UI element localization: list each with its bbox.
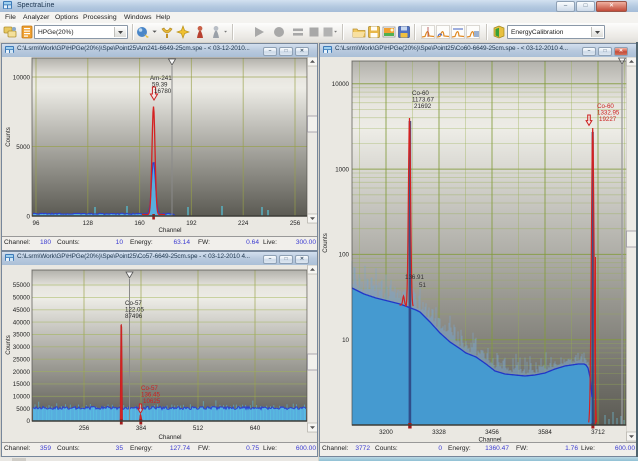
svg-text:128: 128	[83, 220, 94, 227]
svg-text:10625: 10625	[143, 398, 161, 405]
svg-text:256: 256	[79, 425, 90, 432]
svg-text:Counts: Counts	[5, 127, 12, 147]
svg-text:3200: 3200	[379, 429, 393, 436]
svg-text:100: 100	[339, 252, 350, 259]
svg-text:10000: 10000	[13, 75, 31, 82]
svg-text:87496: 87496	[125, 313, 143, 320]
svg-text:55000: 55000	[13, 282, 31, 289]
svg-text:20000: 20000	[13, 369, 31, 376]
svg-text:96: 96	[33, 220, 40, 227]
svg-text:512: 512	[193, 425, 204, 432]
svg-text:10000: 10000	[332, 81, 350, 88]
svg-text:3456: 3456	[485, 429, 499, 436]
svg-text:0: 0	[27, 214, 31, 221]
svg-text:1000: 1000	[335, 166, 349, 173]
svg-text:51: 51	[419, 282, 426, 289]
svg-text:5000: 5000	[16, 406, 30, 413]
svg-text:35000: 35000	[13, 332, 31, 339]
svg-text:Channel: Channel	[158, 434, 181, 441]
svg-text:Counts: Counts	[322, 233, 329, 253]
svg-text:Counts: Counts	[5, 335, 12, 355]
svg-text:19227: 19227	[599, 116, 617, 123]
svg-text:Channel: Channel	[158, 227, 181, 234]
svg-text:224: 224	[238, 220, 249, 227]
svg-text:3328: 3328	[432, 429, 446, 436]
svg-text:16780: 16780	[154, 88, 172, 95]
svg-text:5000: 5000	[16, 144, 30, 151]
svg-text:0: 0	[27, 418, 31, 425]
svg-text:15000: 15000	[13, 381, 31, 388]
svg-text:50000: 50000	[13, 295, 31, 302]
svg-text:384: 384	[136, 425, 147, 432]
svg-text:192: 192	[186, 220, 197, 227]
svg-text:10: 10	[342, 337, 349, 344]
svg-text:136.91: 136.91	[405, 274, 424, 281]
svg-text:40000: 40000	[13, 319, 31, 326]
svg-text:3584: 3584	[538, 429, 552, 436]
svg-text:640: 640	[250, 425, 261, 432]
svg-text:21692: 21692	[414, 103, 432, 110]
svg-text:25000: 25000	[13, 356, 31, 363]
svg-text:160: 160	[134, 220, 145, 227]
svg-text:10000: 10000	[13, 394, 31, 401]
svg-text:30000: 30000	[13, 344, 31, 351]
svg-text:3712: 3712	[591, 429, 605, 436]
svg-text:45000: 45000	[13, 307, 31, 314]
svg-text:256: 256	[290, 220, 301, 227]
